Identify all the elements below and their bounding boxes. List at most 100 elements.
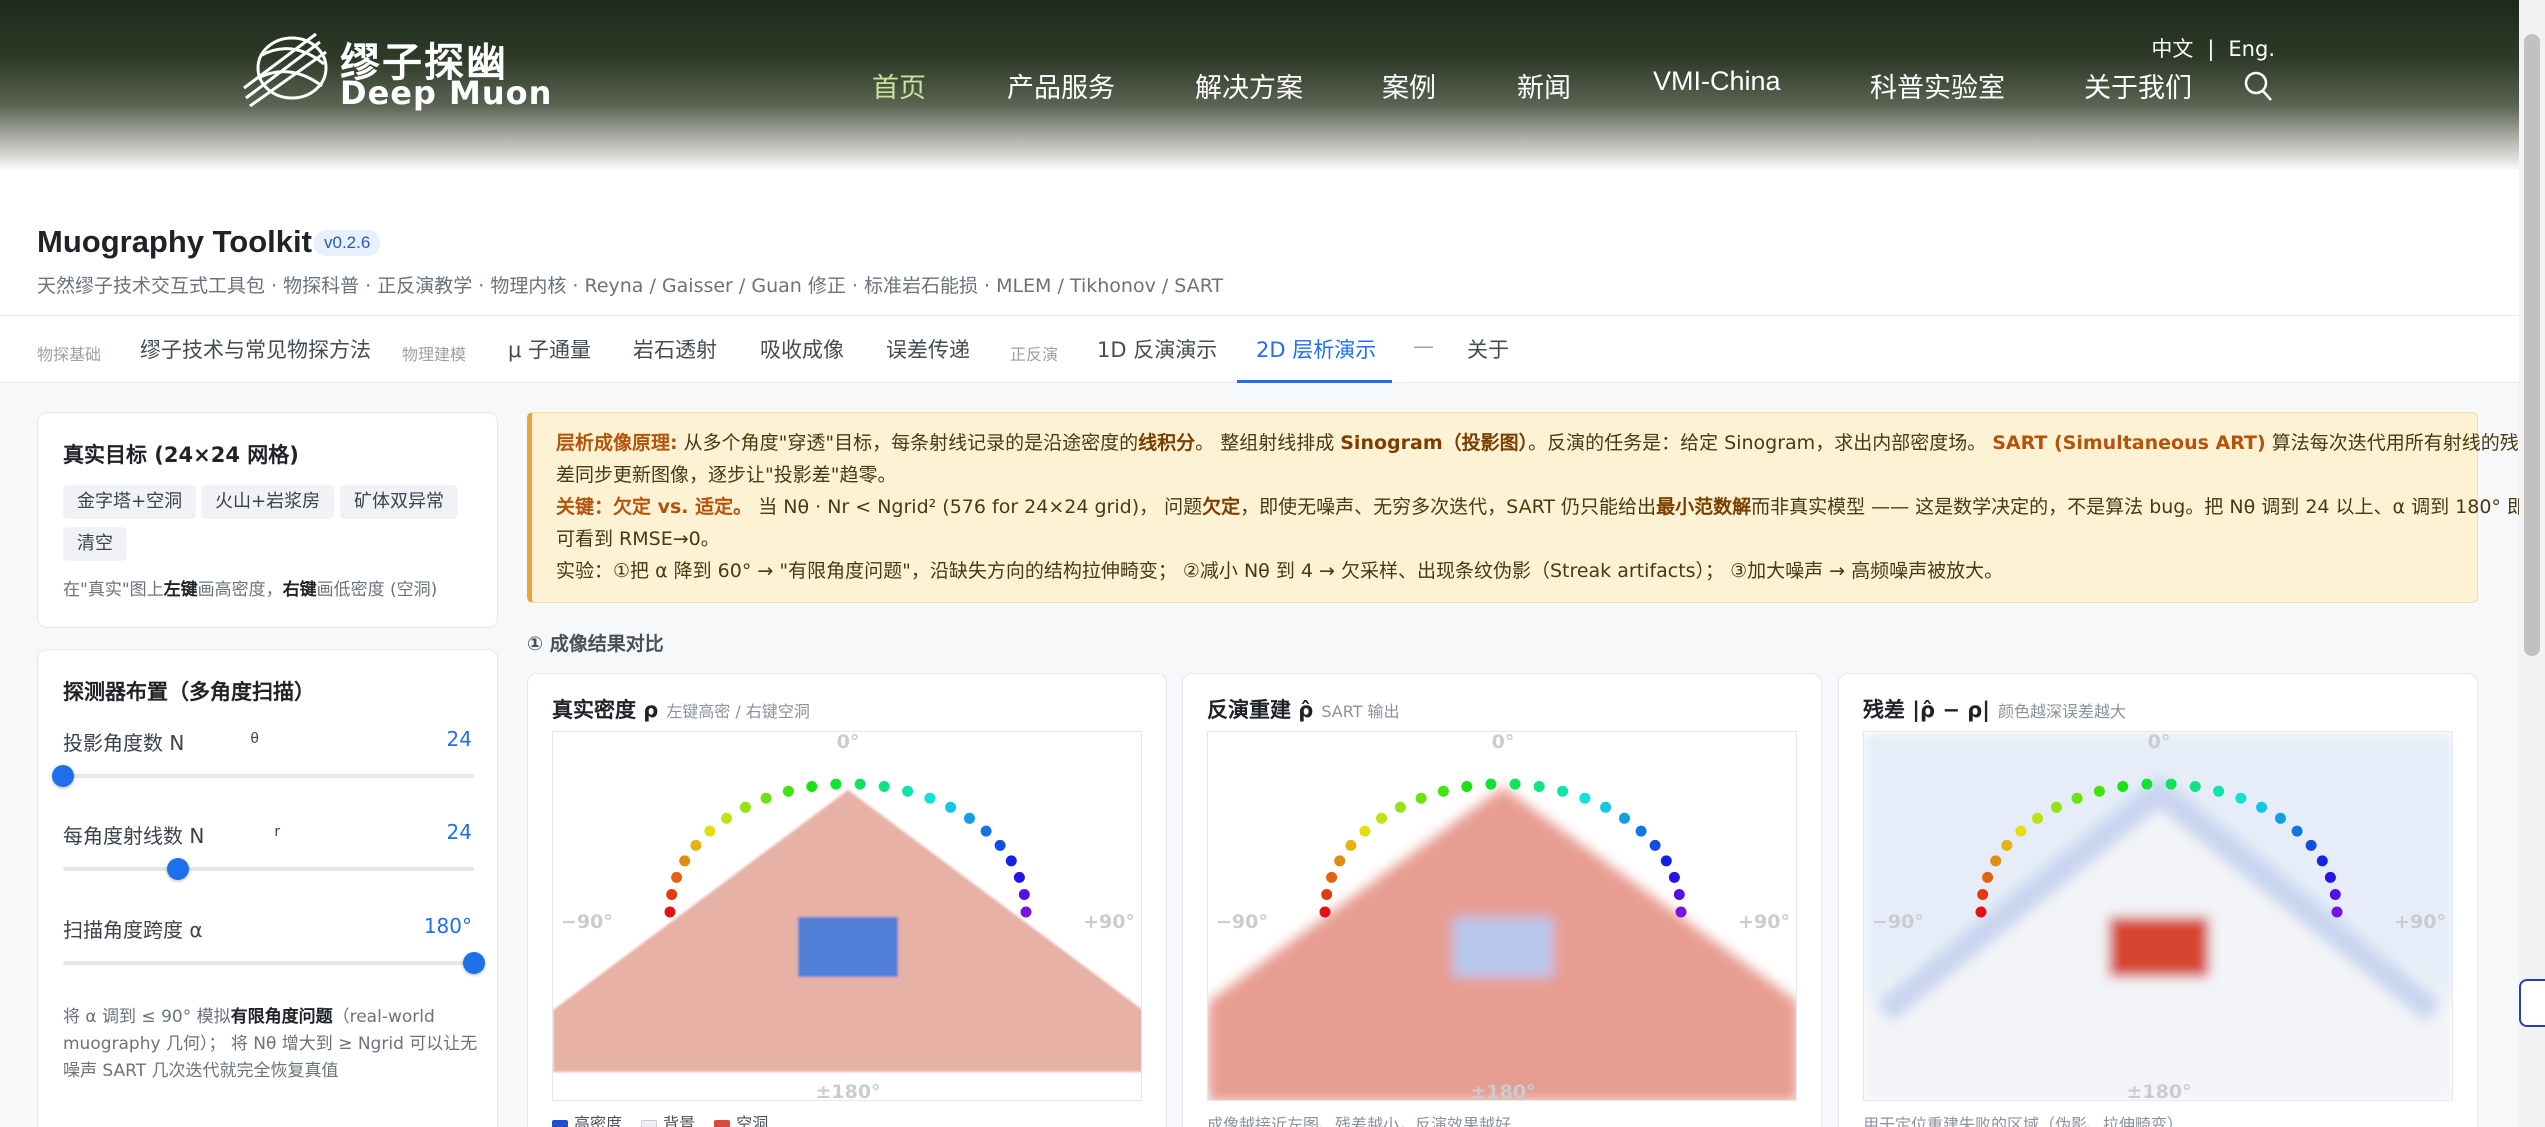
slider-knob[interactable] [463, 952, 485, 974]
detector-dot [2305, 839, 2317, 851]
slider-angles[interactable] [52, 765, 474, 787]
scrollbar-thumb[interactable] [2524, 34, 2540, 656]
detector-dot [1649, 839, 1661, 851]
angle-label: ±180° [2126, 1081, 2191, 1101]
detector-dot [1533, 781, 1545, 792]
detector-dot [1977, 889, 1989, 900]
detector-dot [1557, 785, 1569, 797]
principle-callout: 层析成像原理: 从多个角度"穿透"目标，每条射线记录的是沿途密度的线积分。 整组… [527, 412, 2526, 603]
detector-dot [2275, 812, 2286, 824]
reconstruction-panel: 反演重建 ρ̂ SART 输出 0° −90° +90° ±180° 成像越接近左图、残… [1182, 673, 1822, 1127]
angle-label: −90° [561, 911, 613, 933]
detector-dot [782, 785, 794, 797]
angle-label: −90° [1872, 911, 1924, 933]
target-card-title: 真实目标 (24×24 网格) [63, 443, 299, 467]
detector-dot [878, 781, 890, 792]
detector-note: 噪声 SART 几次迭代就完全恢复真值 [63, 1061, 339, 1081]
detector-dot [2331, 906, 2343, 918]
slider-span[interactable] [63, 952, 485, 974]
app-subtitle: 天然缪子技术交互式工具包 · 物探科普 · 正反演教学 · 物理内核 · Rey… [37, 275, 1224, 297]
tab-absorption-imaging[interactable]: 吸收成像 [760, 334, 844, 364]
anomaly-region [1453, 917, 1553, 977]
callout-line: 差同步更新图像，逐步让"投影差"趋零。 [556, 464, 897, 486]
angle-label: +90° [1083, 911, 1135, 933]
detector-dot [1668, 871, 1680, 883]
detector-dot [1579, 792, 1591, 804]
detector-dot [1600, 801, 1612, 813]
preset-ore-body-button[interactable]: 矿体双异常 [340, 485, 458, 519]
detector-dot [2324, 871, 2336, 883]
tab-rock-transmission[interactable]: 岩石透射 [633, 334, 717, 364]
anomaly-region [798, 917, 898, 977]
angle-label: +90° [2394, 911, 2446, 933]
site-header: 缪子探幽 Deep Muon 中文 | Eng. 首页 产品服务 解决方案 案例 新… [0, 0, 2545, 170]
detector-dot [664, 906, 676, 918]
detector-dot [1660, 855, 1672, 867]
nav-news[interactable]: 新闻 [1517, 66, 1571, 105]
slider-value-angles: 24 [446, 727, 472, 751]
tab-error-propagation[interactable]: 误差传递 [886, 334, 970, 364]
detector-dot [1982, 871, 1994, 883]
detector-card-title: 探测器布置（多角度扫描） [63, 680, 315, 704]
tab-1d-inversion[interactable]: 1D 反演演示 [1097, 334, 1217, 364]
page-scrollbar[interactable] [2519, 0, 2545, 1127]
detector-dot [690, 839, 702, 851]
detector-dot [994, 839, 1006, 851]
detector-dot [1485, 778, 1497, 790]
detector-dot [2329, 889, 2341, 900]
detector-dot [1018, 889, 1030, 900]
nav-cases[interactable]: 案例 [1382, 66, 1436, 105]
detector-dot [1437, 785, 1449, 797]
nav-science-lab[interactable]: 科普实验室 [1870, 66, 2005, 105]
true-density-canvas[interactable]: 0° −90° +90° ±180° [552, 731, 1142, 1101]
toolkit-app: Muography Toolkit v0.2.6 天然缪子技术交互式工具包 · … [0, 170, 2545, 1127]
preset-pyramid-void-button[interactable]: 金字塔+空洞 [63, 485, 197, 519]
detector-dot [1376, 812, 1387, 824]
detector-dot [671, 871, 683, 883]
callout-line: 可看到 RMSE→0。 [556, 528, 720, 550]
detector-note: muography 几何）； 将 Nθ 增大到 ≥ Ngrid 可以让无 [63, 1034, 478, 1054]
detector-dot [721, 812, 732, 824]
panel-title: 真实密度 ρ 左键高密 / 右键空洞 [552, 698, 810, 722]
detector-dot [679, 855, 691, 867]
detector-dot [1334, 855, 1346, 867]
detector-dot [1975, 906, 1987, 918]
preset-clear-button[interactable]: 清空 [63, 527, 127, 561]
nav-products[interactable]: 产品服务 [1007, 66, 1115, 105]
detector-dot [2015, 825, 2027, 837]
detector-dot [2071, 792, 2083, 804]
search-icon[interactable] [2243, 70, 2273, 102]
slider-knob[interactable] [167, 858, 190, 880]
callout-line: 实验：①把 α 降到 60° → "有限角度问题"，沿缺失方向的结构拉伸畸变； … [556, 560, 2004, 582]
detector-note: 将 α 调到 ≤ 90° 模拟有限角度问题（real-world [63, 1007, 435, 1027]
detector-dot [704, 825, 716, 837]
slider-rays[interactable] [63, 858, 474, 880]
tab-2d-tomography[interactable]: 2D 层析演示 [1256, 334, 1376, 364]
tab-muon-methods[interactable]: 缪子技术与常见物探方法 [140, 334, 371, 364]
detector-dot [854, 778, 866, 790]
tab-group-label: 物探基础 [37, 345, 102, 364]
nav-about-us[interactable]: 关于我们 [2084, 66, 2192, 105]
app-title: Muography Toolkit [37, 224, 312, 259]
nav-solutions[interactable]: 解决方案 [1195, 66, 1303, 105]
panel-caption: 用于定位重建失败的区域（伪影、拉伸畸变） [1863, 1115, 2184, 1127]
language-switcher: 中文 | Eng. [2151, 33, 2275, 63]
detector-dot [1509, 778, 1521, 790]
preset-volcano-button[interactable]: 火山+岩浆房 [201, 485, 335, 519]
chat-widget-icon[interactable] [2519, 979, 2545, 1027]
panel-caption: 成像越接近左图、残差越小，反演效果越好 [1207, 1115, 1512, 1127]
lang-zh-link[interactable]: 中文 [2151, 37, 2193, 61]
slider-knob[interactable] [52, 765, 74, 787]
nav-home[interactable]: 首页 [872, 66, 926, 105]
tab-muon-flux[interactable]: μ 子通量 [508, 334, 591, 364]
lang-en-link[interactable]: Eng. [2228, 37, 2275, 61]
detector-dot [1013, 871, 1025, 883]
section-label: ① 成像结果对比 [527, 633, 664, 655]
detector-dot [2291, 825, 2303, 837]
nav-vmi-china[interactable]: VMI-China [1653, 66, 1781, 97]
detector-dot [739, 801, 751, 813]
detector-dot [902, 785, 914, 797]
detector-card: 探测器布置（多角度扫描） 投影角度数 Nθ 24 每角度射线数 Nr 24 扫描… [37, 649, 498, 1127]
tab-about[interactable]: 关于 [1467, 334, 1509, 364]
residual-panel: 残差 |ρ̂ − ρ| 颜色越深误差越大 0° −90° +90° ±180° 用于定位… [1838, 673, 2478, 1127]
